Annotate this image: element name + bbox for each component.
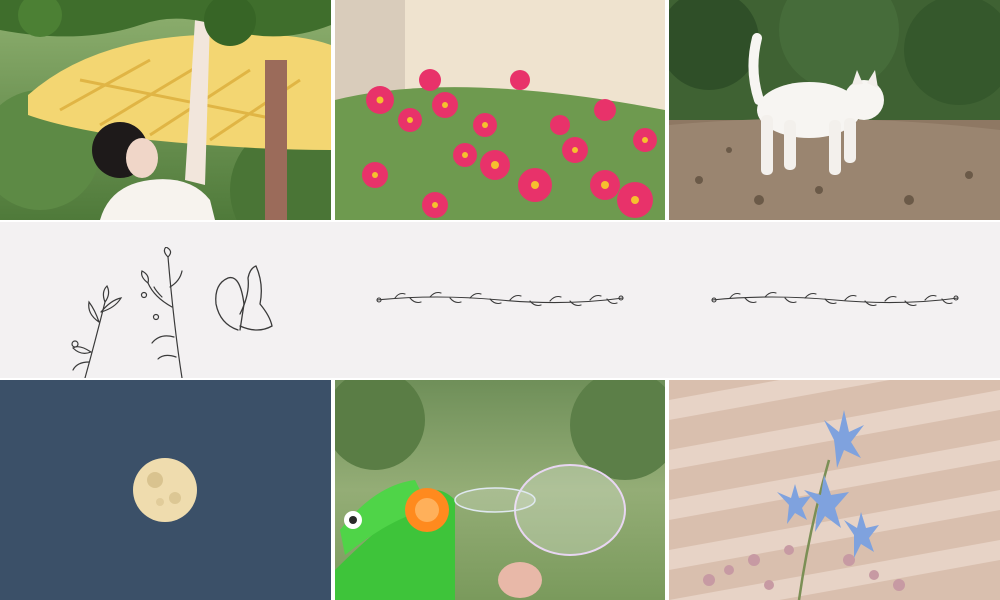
butterfly-icon <box>215 265 273 331</box>
photo-blue-flowers <box>669 380 1000 600</box>
photo-bubble-toy <box>335 380 665 600</box>
line-art-band <box>0 222 1000 378</box>
photo-pink-daisies <box>335 0 665 220</box>
photo-collage <box>0 0 1000 600</box>
vine-divider-center-icon <box>376 291 624 307</box>
floral-stem-icon <box>140 247 183 378</box>
photo-girl-canopy <box>0 0 331 220</box>
photo-white-cat <box>669 0 1000 220</box>
photo-full-moon <box>0 380 331 600</box>
vine-divider-right-icon <box>711 291 959 307</box>
floral-sprig-left-icon <box>71 284 123 378</box>
